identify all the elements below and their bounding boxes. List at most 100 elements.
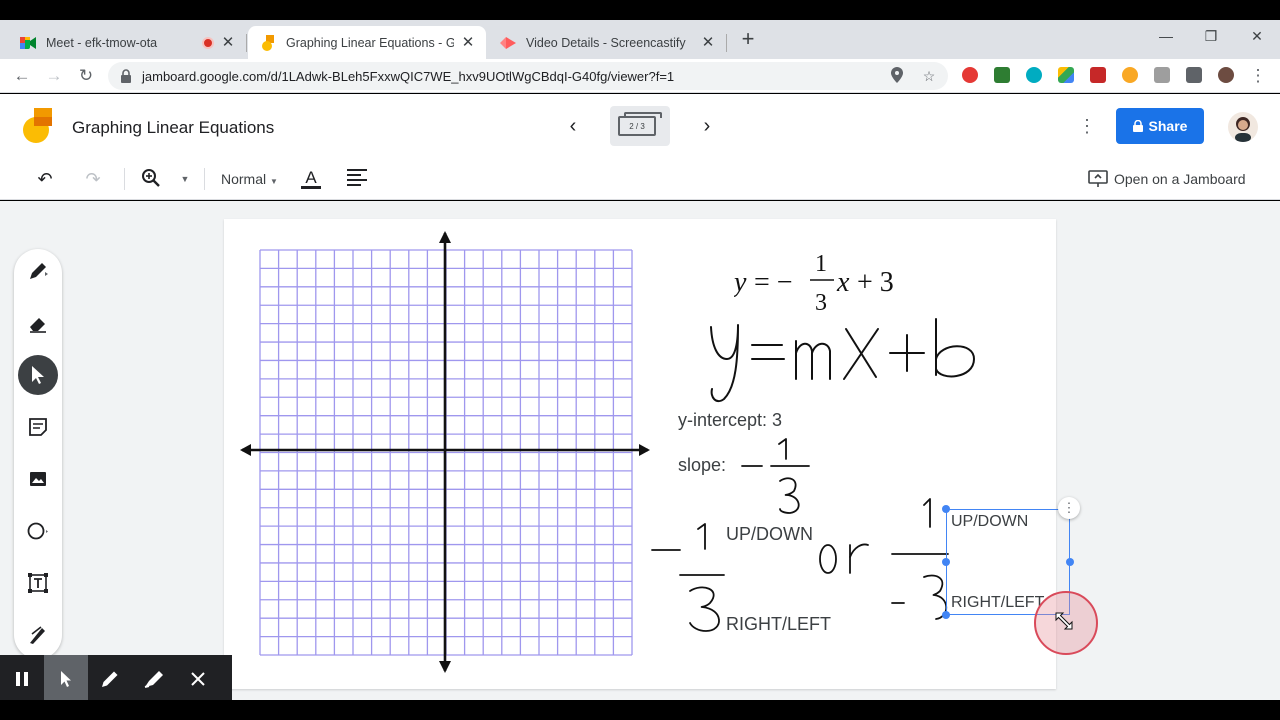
extension-icon[interactable] (1026, 67, 1042, 83)
next-frame-icon[interactable]: › (695, 114, 719, 138)
shape-tool[interactable] (18, 511, 58, 551)
pen-icon (30, 263, 48, 279)
user-avatar[interactable] (1228, 112, 1258, 142)
resize-cursor-icon (1055, 612, 1073, 630)
frame-bar-button[interactable]: 2 / 3 (610, 106, 670, 146)
pause-recording-button[interactable] (0, 655, 44, 703)
sticky-note-icon (29, 418, 47, 436)
cursor-mode-button[interactable] (44, 655, 88, 703)
eraser-tool[interactable] (18, 303, 58, 343)
screencastify-icon (500, 35, 516, 51)
tab-separator (246, 34, 247, 52)
highlighter-button[interactable] (132, 655, 176, 703)
puzzle-icon[interactable] (1186, 67, 1202, 83)
selection-menu-icon[interactable]: ⋮ (1058, 497, 1080, 519)
resize-handle[interactable] (942, 558, 950, 566)
tab-jamboard[interactable]: Graphing Linear Equations - Goo ✕ (248, 26, 486, 59)
undo-icon[interactable]: ↶ (34, 168, 56, 190)
up-down-label[interactable]: UP/DOWN (726, 524, 813, 545)
handwritten-left-fraction (651, 523, 725, 632)
toolbar-divider (124, 168, 125, 190)
svg-text:x: x (836, 267, 850, 298)
bookmark-star-icon[interactable]: ☆ (920, 67, 938, 85)
add-image-tool[interactable] (18, 459, 58, 499)
laser-tool[interactable] (18, 615, 58, 655)
tab-meet[interactable]: Meet - efk-tmow-ota ✕ (8, 26, 246, 59)
forward-icon[interactable]: → (44, 66, 64, 86)
y-intercept-text[interactable]: y-intercept: 3 (678, 410, 782, 431)
text-style-dropdown[interactable]: Normal ▼ (221, 171, 278, 187)
previous-frame-icon[interactable]: ‹ (561, 114, 585, 138)
highlighter-icon (144, 671, 163, 688)
y-axis-arrow-top (439, 231, 451, 243)
align-text-icon[interactable] (346, 168, 368, 190)
cursor-highlight (1034, 591, 1098, 655)
handwritten-slope-fraction (741, 438, 810, 514)
text-color-icon[interactable]: A (300, 168, 322, 190)
handwritten-right-fraction (891, 498, 949, 620)
document-title[interactable]: Graphing Linear Equations (72, 118, 274, 138)
browser-tab-strip: Meet - efk-tmow-ota ✕ Graphing Linear Eq… (0, 20, 1280, 59)
zoom-dropdown-icon[interactable]: ▼ (174, 168, 196, 190)
reload-icon[interactable]: ↻ (76, 66, 96, 86)
open-on-jamboard-button[interactable]: Open on a Jamboard (1088, 170, 1246, 188)
profile-avatar[interactable] (1218, 67, 1234, 83)
extension-icon[interactable] (1154, 67, 1170, 83)
handwritten-or (819, 543, 869, 574)
tab-title: Meet - efk-tmow-ota (46, 35, 158, 50)
close-window-icon[interactable]: ✕ (1249, 28, 1265, 44)
laser-pointer-icon (30, 626, 45, 644)
lock-icon (121, 69, 131, 83)
x-axis-arrow-left (240, 444, 251, 456)
printed-equation: y = − 1 3 x + 3 (734, 251, 894, 315)
slope-label[interactable]: slope: (678, 455, 726, 476)
resize-handle[interactable] (942, 505, 950, 513)
circle-shape-icon (27, 522, 48, 540)
extension-icon[interactable] (1122, 67, 1138, 83)
browser-menu-icon[interactable]: ⋮ (1248, 66, 1268, 86)
share-button[interactable]: Share (1116, 108, 1204, 144)
location-icon[interactable] (888, 67, 906, 85)
extension-icon[interactable] (962, 67, 978, 83)
restore-icon[interactable]: ❐ (1203, 28, 1219, 44)
open-on-jamboard-label: Open on a Jamboard (1114, 171, 1246, 187)
more-options-icon[interactable]: ⋮ (1078, 114, 1096, 138)
cast-extension-icon[interactable] (994, 67, 1010, 83)
svg-text:A: A (305, 168, 317, 187)
resize-handle[interactable] (1066, 558, 1074, 566)
svg-text:+ 3: + 3 (857, 267, 894, 298)
zoom-icon[interactable] (140, 168, 162, 190)
browser-toolbar: ← → ↻ jamboard.google.com/d/1LAdwk-BLeh5… (0, 59, 1280, 93)
pen-tool[interactable] (18, 251, 58, 291)
svg-text:= −: = − (754, 267, 793, 298)
back-icon[interactable]: ← (12, 66, 32, 86)
tab-screencastify[interactable]: Video Details - Screencastify ✕ (488, 26, 726, 59)
image-icon (30, 472, 46, 486)
frame-counter-label: 2 / 3 (618, 116, 656, 136)
jamboard-icon (260, 34, 276, 51)
text-box-tool[interactable] (18, 563, 58, 603)
new-tab-button[interactable]: + (738, 28, 758, 50)
close-tab-icon[interactable]: ✕ (220, 34, 236, 51)
drive-icon[interactable] (1058, 67, 1074, 83)
annotate-pen-button[interactable] (88, 655, 132, 703)
cursor-arrow-icon (32, 366, 44, 384)
resize-handle[interactable] (942, 611, 950, 619)
redo-icon[interactable]: ↷ (82, 168, 104, 190)
x-axis-arrow-right (639, 444, 650, 456)
cursor-arrow-icon (61, 671, 71, 687)
tab-separator (726, 34, 727, 52)
jamboard-logo (23, 108, 52, 143)
select-tool[interactable] (18, 355, 58, 395)
close-tab-icon[interactable]: ✕ (700, 34, 716, 51)
minimize-icon[interactable]: — (1158, 28, 1174, 44)
close-annotation-button[interactable] (176, 655, 220, 703)
address-bar[interactable]: jamboard.google.com/d/1LAdwk-BLeh5FxxwQI… (108, 62, 948, 90)
svg-text:y: y (734, 267, 747, 298)
svg-text:3: 3 (815, 290, 827, 315)
sticky-note-tool[interactable] (18, 407, 58, 447)
jam-frame[interactable]: y = − 1 3 x + 3 y-intercept: 3 slope: UP… (224, 219, 1098, 689)
close-tab-icon[interactable]: ✕ (460, 34, 476, 51)
right-left-label[interactable]: RIGHT/LEFT (726, 614, 831, 635)
extension-icon[interactable] (1090, 67, 1106, 83)
